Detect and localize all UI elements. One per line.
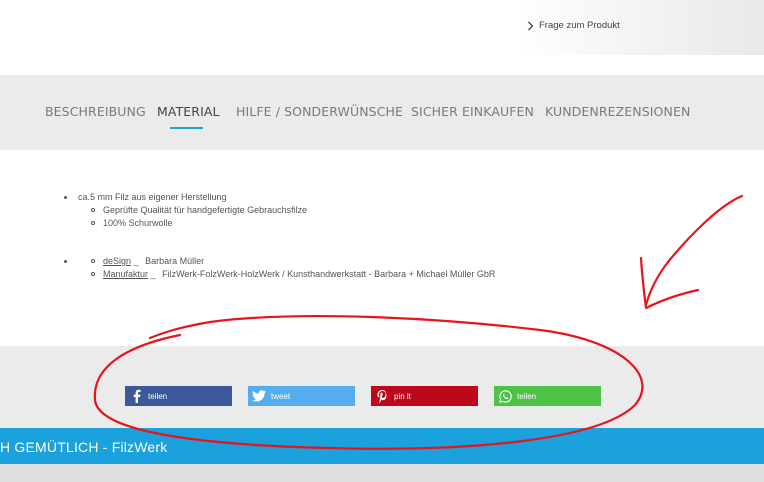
circle-bullet-icon (91, 221, 95, 225)
list-item: ca.5 mm Filz aus eigener Herstellung (78, 192, 227, 202)
tab-kundenrezensionen[interactable]: KUNDENREZENSIONEN (545, 104, 690, 119)
tab-sicher-einkaufen[interactable]: SICHER EINKAUFEN (411, 104, 534, 119)
circle-bullet-icon (91, 208, 95, 212)
facebook-share-label: teilen (148, 391, 168, 401)
top-area: Frage zum Produkt (0, 0, 764, 75)
facebook-share-button[interactable]: teilen (125, 386, 232, 406)
product-question-link[interactable]: Frage zum Produkt (527, 20, 620, 31)
circle-bullet-icon (91, 259, 95, 263)
design-value: Barbara Müller (145, 256, 205, 266)
manufaktur-value: FilzWerk-FolzWerk-HolzWerk / Kunsthandwe… (162, 269, 496, 279)
product-question-label: Frage zum Produkt (539, 20, 620, 31)
footer-banner: H GEMÜTLICH - FilzWerk (0, 428, 764, 464)
design-separator: _ (133, 256, 139, 266)
list-subitem: 100% Schurwolle (103, 218, 173, 228)
pinterest-icon (375, 389, 389, 403)
product-question-box: Frage zum Produkt (515, 0, 764, 55)
manufaktur-separator: _ (150, 269, 156, 279)
chevron-right-icon (528, 21, 534, 30)
manufaktur-credit: Manufaktur _ FilzWerk-FolzWerk-HolzWerk … (103, 269, 495, 279)
share-bar: teilen tweet pin it teilen (0, 346, 764, 428)
footer-banner-text: H GEMÜTLICH - FilzWerk (0, 439, 168, 455)
pinterest-share-label: pin it (394, 391, 411, 401)
design-link[interactable]: deSign (103, 256, 131, 266)
active-tab-indicator (170, 127, 203, 129)
design-credit: deSign _ Barbara Müller (103, 256, 204, 266)
twitter-share-button[interactable]: tweet (248, 386, 355, 406)
facebook-icon (129, 389, 143, 403)
material-tab-content: ca.5 mm Filz aus eigener Herstellung Gep… (0, 150, 764, 346)
bullet-icon (64, 260, 67, 263)
footer-bottom (0, 464, 764, 482)
circle-bullet-icon (91, 272, 95, 276)
list-subitem: Geprüfte Qualität für handgefertigte Geb… (103, 205, 308, 215)
manufaktur-link[interactable]: Manufaktur (103, 269, 148, 279)
whatsapp-share-button[interactable]: teilen (494, 386, 601, 406)
product-tabs: BESCHREIBUNG MATERIAL HILFE / SONDERWÜNS… (0, 75, 764, 150)
tab-material[interactable]: MATERIAL (157, 104, 220, 119)
twitter-icon (252, 389, 266, 403)
whatsapp-icon (498, 389, 512, 403)
whatsapp-share-label: teilen (517, 391, 537, 401)
bullet-icon (64, 196, 67, 199)
pinterest-share-button[interactable]: pin it (371, 386, 478, 406)
twitter-share-label: tweet (271, 391, 291, 401)
tab-beschreibung[interactable]: BESCHREIBUNG (45, 104, 146, 119)
tab-hilfe-sonderwuensche[interactable]: HILFE / SONDERWÜNSCHE (236, 104, 403, 119)
